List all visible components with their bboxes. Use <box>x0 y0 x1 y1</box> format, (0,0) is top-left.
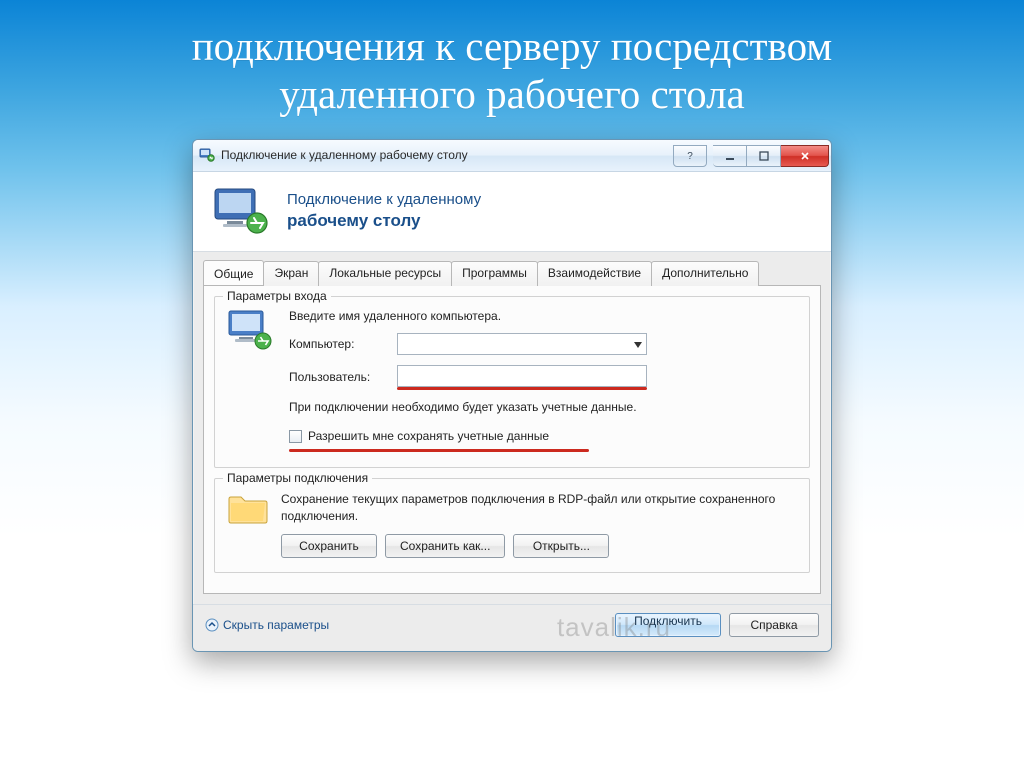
hide-params-link[interactable]: Скрыть параметры <box>205 618 329 632</box>
allow-save-checkbox[interactable] <box>289 430 302 443</box>
maximize-button[interactable] <box>747 145 781 167</box>
save-as-button[interactable]: Сохранить как... <box>385 534 505 558</box>
save-button[interactable]: Сохранить <box>281 534 377 558</box>
tab-programs[interactable]: Программы <box>451 261 538 286</box>
help-footer-button[interactable]: Справка <box>729 613 819 637</box>
tab-advanced[interactable]: Дополнительно <box>651 261 759 286</box>
login-group: Параметры входа Введите имя удаленного к… <box>214 296 810 469</box>
connection-group: Параметры подключения Сохранение текущих… <box>214 478 810 572</box>
banner-line2: рабочему столу <box>287 210 481 231</box>
minimize-button[interactable] <box>713 145 747 167</box>
tab-display[interactable]: Экран <box>263 261 319 286</box>
chevron-up-icon <box>205 618 219 632</box>
user-label: Пользователь: <box>289 370 387 384</box>
user-input[interactable] <box>397 365 647 387</box>
dialog-footer: Скрыть параметры Подключить Справка tava… <box>193 604 831 651</box>
connection-group-legend: Параметры подключения <box>223 471 372 485</box>
rdp-dialog: Подключение к удаленному рабочему столу … <box>192 139 832 652</box>
titlebar[interactable]: Подключение к удаленному рабочему столу … <box>193 140 831 172</box>
rdp-banner-icon <box>213 187 271 235</box>
svg-text:?: ? <box>687 151 693 162</box>
window-title: Подключение к удаленному рабочему столу <box>221 148 673 162</box>
computer-icon <box>227 309 273 351</box>
chevron-down-icon <box>634 337 642 351</box>
connect-button[interactable]: Подключить <box>615 613 721 637</box>
help-button[interactable]: ? <box>673 145 707 167</box>
connection-text: Сохранение текущих параметров подключени… <box>281 491 797 523</box>
banner-line1: Подключение к удаленному <box>287 191 481 210</box>
open-button[interactable]: Открыть... <box>513 534 609 558</box>
tab-local-resources[interactable]: Локальные ресурсы <box>318 261 452 286</box>
window-controls: ? <box>673 145 829 167</box>
banner: Подключение к удаленному рабочему столу <box>193 172 831 252</box>
tabpage-general: Параметры входа Введите имя удаленного к… <box>203 285 821 594</box>
computer-combo[interactable] <box>397 333 647 355</box>
slide-title: подключения к серверу посредством удален… <box>192 22 833 119</box>
login-group-legend: Параметры входа <box>223 289 331 303</box>
allow-save-label: Разрешить мне сохранять учетные данные <box>308 429 549 443</box>
checkbox-underline-marker <box>289 449 589 452</box>
folder-icon <box>227 491 269 525</box>
computer-label: Компьютер: <box>289 337 387 351</box>
tabbar: Общие Экран Локальные ресурсы Программы … <box>193 252 831 285</box>
tab-general[interactable]: Общие <box>203 260 264 285</box>
close-button[interactable] <box>781 145 829 167</box>
login-intro: Введите имя удаленного компьютера. <box>289 309 797 323</box>
credentials-hint: При подключении необходимо будет указать… <box>289 400 797 416</box>
rdp-app-icon <box>199 147 215 163</box>
tab-experience[interactable]: Взаимодействие <box>537 261 652 286</box>
user-underline-marker <box>397 387 647 390</box>
